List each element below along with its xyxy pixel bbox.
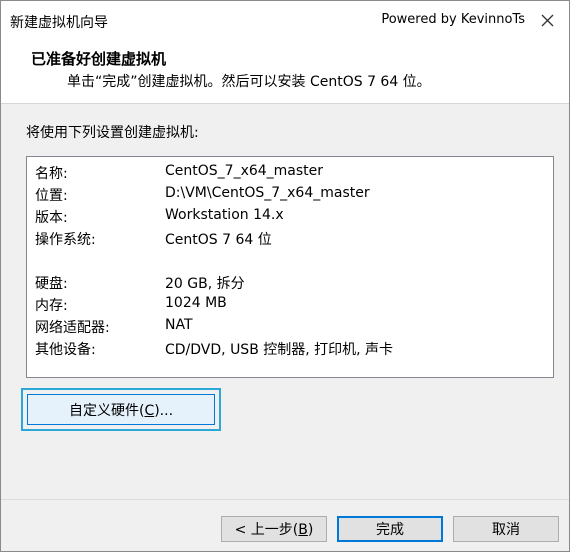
button-label-suffix: )...: [154, 402, 174, 419]
page-title: 已准备好创建虚拟机: [31, 50, 167, 68]
setting-value: CD/DVD, USB 控制器, 打印机, 声卡: [165, 342, 394, 358]
setting-label: 名称:: [35, 166, 68, 182]
setting-value: 20 GB, 拆分: [165, 276, 245, 292]
settings-caption: 将使用下列设置创建虚拟机:: [26, 125, 199, 141]
title-bar: 新建虚拟机向导 Powered by KevinnoTs: [1, 1, 569, 39]
mnemonic-key: B: [298, 522, 308, 538]
setting-value: NAT: [165, 317, 193, 333]
setting-label: 操作系统:: [35, 232, 96, 248]
brand-text: Powered by KevinnoTs: [381, 12, 525, 27]
setting-value: D:\VM\CentOS_7_x64_master: [165, 185, 370, 201]
finish-button[interactable]: 完成: [337, 516, 443, 542]
page-subtitle: 单击“完成”创建虚拟机。然后可以安装 CentOS 7 64 位。: [67, 74, 431, 90]
setting-value: 1024 MB: [165, 295, 227, 311]
setting-label: 内存:: [35, 298, 68, 314]
button-label-prefix: < 上一步(: [234, 522, 299, 538]
setting-label: 位置:: [35, 188, 68, 204]
setting-value: CentOS 7 64 位: [165, 232, 272, 248]
customize-hardware-button[interactable]: 自定义硬件(C)...: [27, 394, 215, 425]
button-label-prefix: 自定义硬件(: [68, 402, 145, 419]
back-button[interactable]: < 上一步(B): [221, 516, 327, 542]
settings-summary-box: 名称: CentOS_7_x64_master 位置: D:\VM\CentOS…: [26, 156, 554, 378]
wizard-header: 已准备好创建虚拟机 单击“完成”创建虚拟机。然后可以安装 CentOS 7 64…: [1, 39, 569, 104]
setting-label: 网络适配器:: [35, 320, 110, 336]
button-label-suffix: ): [307, 522, 314, 538]
close-icon: [541, 14, 553, 26]
setting-label: 版本:: [35, 210, 68, 226]
setting-value: Workstation 14.x: [165, 207, 284, 223]
setting-label: 硬盘:: [35, 276, 68, 292]
footer-divider: [1, 499, 569, 500]
cancel-button[interactable]: 取消: [453, 516, 559, 542]
wizard-window: 新建虚拟机向导 Powered by KevinnoTs 已准备好创建虚拟机 单…: [0, 0, 570, 552]
setting-value: CentOS_7_x64_master: [165, 163, 324, 179]
mnemonic-key: C: [144, 402, 155, 419]
setting-label: 其他设备:: [35, 342, 96, 358]
close-button[interactable]: [533, 7, 561, 33]
window-title: 新建虚拟机向导: [10, 15, 108, 31]
